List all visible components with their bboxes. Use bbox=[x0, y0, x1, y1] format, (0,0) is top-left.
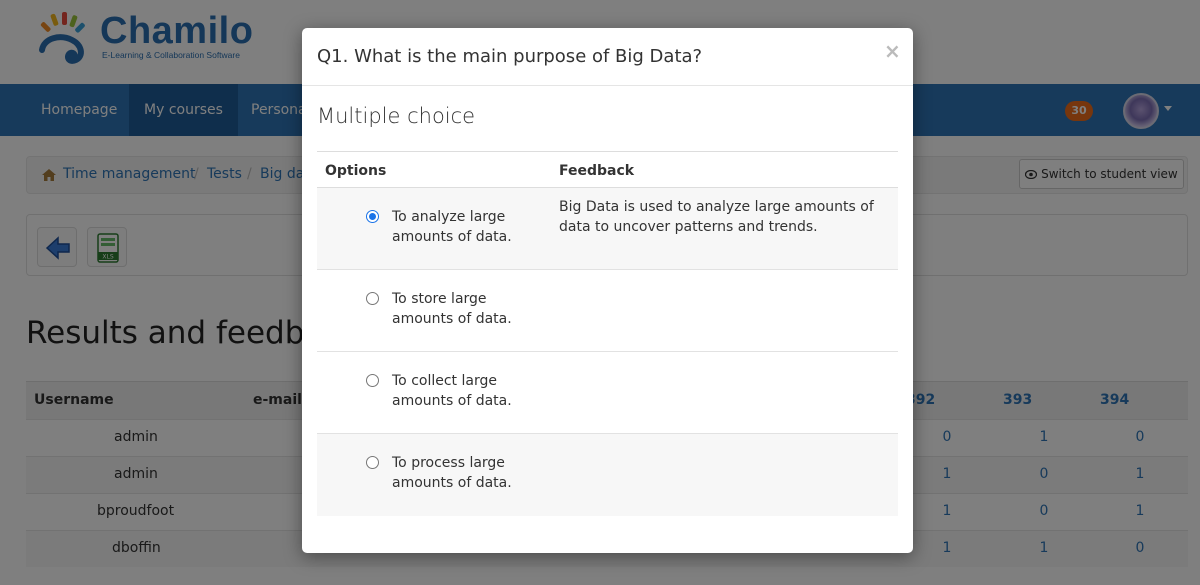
option-feedback: Big Data is used to analyze large amount… bbox=[559, 199, 874, 235]
option-text: To store large amounts of data. bbox=[392, 291, 512, 327]
option-radio[interactable] bbox=[366, 292, 379, 305]
options-header-row: Options Feedback bbox=[317, 151, 898, 188]
modal-title: Q1. What is the main purpose of Big Data… bbox=[317, 46, 703, 67]
option-radio[interactable] bbox=[366, 374, 379, 387]
question-modal: Q1. What is the main purpose of Big Data… bbox=[302, 28, 913, 553]
question-type: Multiple choice bbox=[317, 104, 476, 128]
option-radio[interactable] bbox=[366, 456, 379, 469]
option-row: To analyze large amounts of data. Big Da… bbox=[317, 188, 898, 270]
option-row: To process large amounts of data. bbox=[317, 434, 898, 516]
option-text: To collect large amounts of data. bbox=[392, 373, 512, 409]
option-text: To process large amounts of data. bbox=[392, 455, 512, 491]
close-icon[interactable]: × bbox=[884, 41, 901, 61]
modal-header: Q1. What is the main purpose of Big Data… bbox=[302, 28, 913, 86]
option-text: To analyze large amounts of data. bbox=[392, 209, 512, 245]
header-feedback: Feedback bbox=[559, 163, 635, 179]
header-options: Options bbox=[325, 163, 387, 179]
option-radio[interactable] bbox=[366, 210, 379, 223]
option-row: To collect large amounts of data. bbox=[317, 352, 898, 434]
option-row: To store large amounts of data. bbox=[317, 270, 898, 352]
